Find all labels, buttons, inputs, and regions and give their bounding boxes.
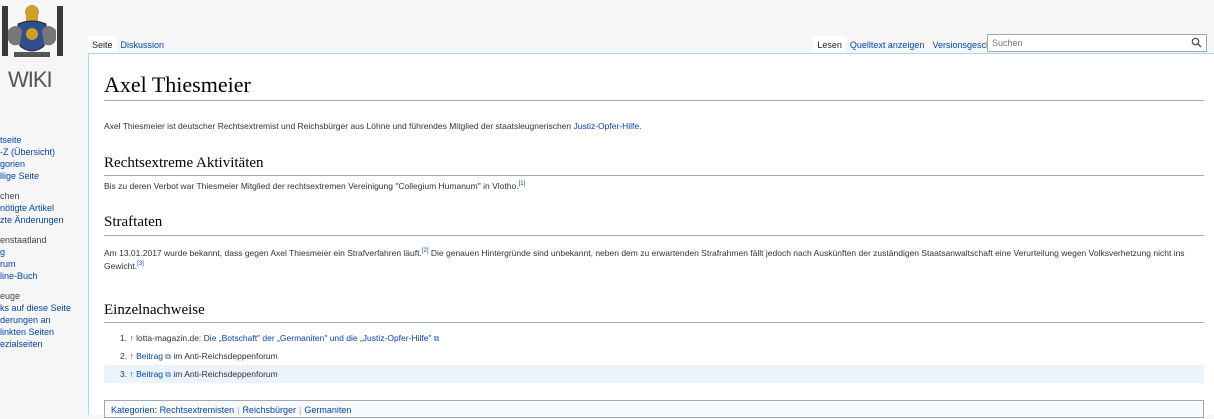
reference-number: 2. — [120, 351, 128, 361]
back-reference-arrow[interactable]: ↑ — [129, 369, 133, 379]
reference-prefix: lotta-magazin.de: — [136, 333, 204, 343]
reference-link-2[interactable]: [2] — [422, 248, 429, 254]
offenses-text-a: Am 13.01.2017 wurde bekannt, dass gegen … — [104, 248, 422, 258]
reference-link-3[interactable]: [3] — [137, 261, 144, 267]
category-link[interactable]: Rechtsextremisten — [160, 405, 235, 415]
categories-label-link[interactable]: Kategorien — [111, 405, 155, 415]
reference-suffix: im Anti-Reichsdeppenforum — [170, 369, 278, 379]
reference-external-link[interactable]: Beitrag — [136, 369, 163, 379]
content-area: Axel Thiesmeier Axel Thiesmeier ist deut… — [88, 53, 1214, 418]
activities-text: Bis zu deren Verbot war Thiesmeier Mitgl… — [104, 181, 519, 191]
reference-link-1[interactable]: [1] — [519, 181, 526, 187]
category-link[interactable]: Reichsbürger — [242, 405, 296, 415]
section-heading-offenses: Straftaten — [104, 214, 163, 230]
reference-item: 1. ↑ lotta-magazin.de: Die „Botschaft" d… — [104, 329, 1204, 347]
page-tabs: Seite Diskussion — [88, 36, 168, 54]
sidebar-item[interactable]: line-Buch — [0, 270, 80, 282]
back-reference-arrow[interactable]: ↑ — [129, 333, 133, 343]
sidebar-group: chen nötigte Artikel zte Änderungen — [0, 190, 80, 226]
reference-list: 1. ↑ lotta-magazin.de: Die „Botschaft" d… — [104, 329, 1204, 383]
page-title: Axel Thiesmeier — [104, 72, 251, 97]
intro-paragraph: Axel Thiesmeier ist deutscher Rechtsextr… — [104, 120, 1202, 133]
intro-end: . — [639, 121, 642, 131]
justiz-opfer-hilfe-link[interactable]: Justiz-Opfer-Hilfe — [574, 121, 640, 131]
category-link[interactable]: Germaniten — [304, 405, 351, 415]
sidebar: WIKI tseite -Z (Übersicht) gorien llige Sei… — [0, 0, 88, 415]
activities-paragraph: Bis zu deren Verbot war Thiesmeier Mitgl… — [104, 180, 1202, 193]
title-divider — [104, 100, 1204, 101]
sidebar-item[interactable]: nötigte Artikel — [0, 202, 80, 214]
section-heading-references: Einzelnachweise — [104, 302, 205, 318]
sidebar-group: euge ks auf diese Seite derungen an linkten… — [0, 290, 80, 350]
sidebar-item[interactable]: tseite — [0, 134, 80, 146]
sidebar-item[interactable]: zte Änderungen — [0, 214, 80, 226]
wiki-logo[interactable]: WIKI — [0, 0, 80, 100]
tab-page[interactable]: Seite — [88, 36, 117, 54]
external-link-icon: ⧉ — [163, 370, 171, 379]
sidebar-item[interactable]: derungen an — [0, 314, 80, 326]
sidebar-group: tseite -Z (Übersicht) gorien llige Seite — [0, 134, 80, 182]
sidebar-item[interactable]: ezialseiten — [0, 338, 80, 350]
search-box — [987, 34, 1207, 52]
sidebar-item[interactable]: -Z (Übersicht) — [0, 146, 80, 158]
reference-item: 2. ↑ Beitrag ⧉ im Anti-Reichsdeppenforum — [104, 347, 1204, 365]
sidebar-navigation: tseite -Z (Übersicht) gorien llige Seite che… — [0, 134, 80, 358]
sidebar-heading: enstaatland — [0, 235, 47, 245]
section-heading-activities: Rechtsextreme Aktivitäten — [104, 155, 264, 171]
external-link-icon: ⧉ — [431, 334, 440, 343]
sidebar-item[interactable]: ks auf diese Seite — [0, 302, 80, 314]
reference-item: 3. ↑ Beitrag ⧉ im Anti-Reichsdeppenforum — [104, 365, 1204, 383]
category-items: Rechtsextremisten | Reichsbürger | Germanite… — [160, 405, 352, 415]
reference-number: 1. — [120, 333, 128, 343]
sidebar-item[interactable]: llige Seite — [0, 170, 80, 182]
sidebar-group: enstaatland g rum line-Buch — [0, 234, 80, 282]
sidebar-item[interactable]: linkten Seiten — [0, 326, 80, 338]
tab-discussion[interactable]: Diskussion — [117, 36, 169, 54]
search-input[interactable] — [988, 35, 1186, 51]
category-links: Kategorien: Rechtsextremisten | Reichsbürg… — [104, 400, 1204, 418]
section-divider — [104, 175, 1204, 176]
offenses-paragraph: Am 13.01.2017 wurde bekannt, dass gegen … — [104, 247, 1202, 273]
coat-of-arms-icon — [2, 5, 63, 57]
sidebar-item[interactable]: g — [0, 246, 80, 258]
search-icon[interactable] — [1191, 37, 1202, 51]
reference-suffix: im Anti-Reichsdeppenforum — [170, 351, 278, 361]
view-tabs: Lesen Quelltext anzeigen Versionsgeschic… — [813, 36, 1014, 54]
sidebar-heading: euge — [0, 291, 21, 301]
back-reference-arrow[interactable]: ↑ — [129, 351, 133, 361]
wiki-logo-text: WIKI — [8, 67, 53, 92]
reference-external-link[interactable]: Beitrag — [136, 351, 163, 361]
intro-text: Axel Thiesmeier ist deutscher Rechtsextr… — [104, 121, 572, 131]
sidebar-item[interactable]: gorien — [0, 158, 80, 170]
section-divider — [104, 235, 1204, 236]
reference-number: 3. — [120, 369, 128, 379]
sidebar-item[interactable]: rum — [0, 258, 80, 270]
sidebar-heading: chen — [0, 191, 20, 201]
tab-view-source[interactable]: Quelltext anzeigen — [846, 36, 929, 54]
section-divider — [104, 322, 1204, 323]
tab-read[interactable]: Lesen — [813, 36, 846, 54]
external-link-icon: ⧉ — [163, 352, 171, 361]
reference-external-link[interactable]: Die „Botschaft" der „Germaniten" und die… — [204, 333, 432, 343]
